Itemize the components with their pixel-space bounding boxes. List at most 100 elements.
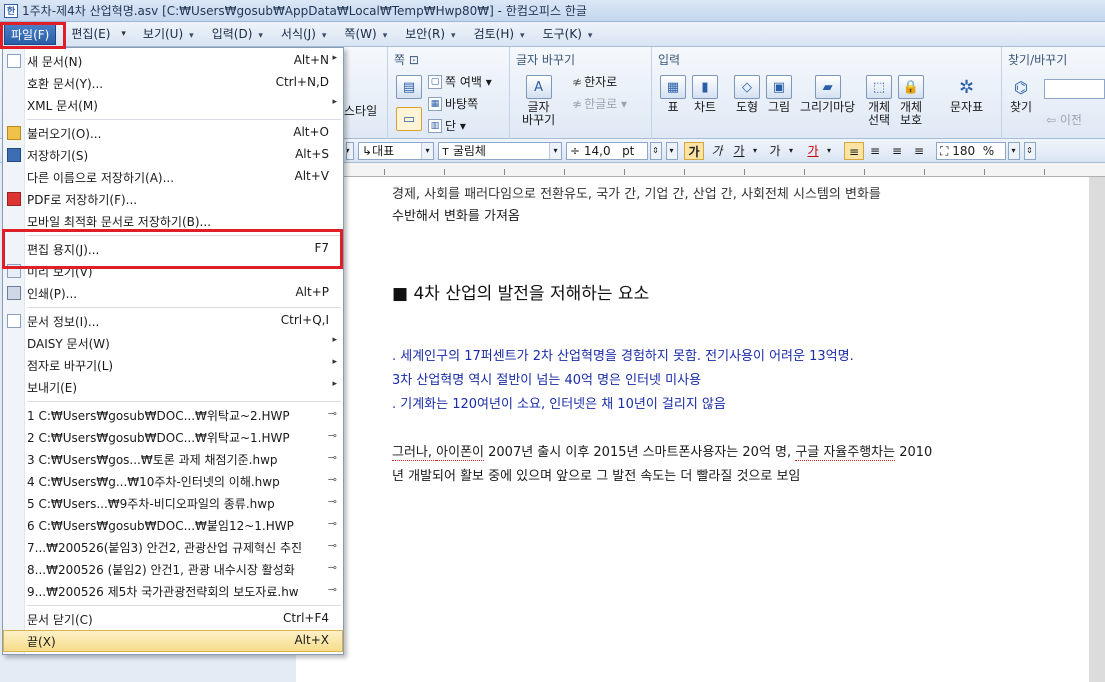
menu-item-daisy[interactable]: DAISY 문서(W) ▸ (3, 332, 343, 354)
recent-file-3[interactable]: 3 C:₩Users₩gos...₩토론 과제 채점기준.hwp ⊸ (3, 448, 343, 470)
object-protect-button[interactable]: 🔒 개체 보호 (898, 75, 924, 127)
background-page-button[interactable]: ▦ 바탕쪽 (428, 95, 478, 112)
menu-item-exit[interactable]: 끝(X) Alt+X (3, 630, 343, 652)
recent-file-5[interactable]: 5 C:₩Users...₩9주차-비디오파일의 종류.hwp ⊸ (3, 492, 343, 514)
align-justify-button[interactable]: ≡ (844, 142, 864, 160)
pin-icon[interactable]: ⊸ (328, 429, 337, 442)
find-input[interactable] (1044, 79, 1105, 99)
document-area[interactable]: 경제, 사회를 패러다임으로 전환유도, 국가 간, 기업 간, 산업 간, 사… (296, 177, 1105, 682)
menu-item-save-pdf[interactable]: PDF로 저장하기(F)... (3, 188, 343, 210)
underline-button[interactable]: 가 (730, 142, 748, 160)
chevron-down-icon: ▾ (587, 30, 593, 41)
menu-item-save-as[interactable]: 다른 이름으로 저장하기(A)... Alt+V (3, 166, 343, 188)
table-button[interactable]: ▦ 표 (660, 75, 686, 114)
horizontal-ruler[interactable] (344, 163, 1105, 177)
font-size-input[interactable]: ÷ 14,0 pt (566, 142, 648, 160)
pin-icon[interactable]: ⊸ (328, 561, 337, 574)
menu-item-compat-document[interactable]: 호환 문서(Y)... Ctrl+N,D (3, 72, 343, 94)
style-button[interactable]: 스타일 (344, 105, 377, 118)
chart-button[interactable]: ▮ 차트 (692, 75, 718, 114)
margin-icon: ▢ (428, 74, 442, 89)
menu-item-send[interactable]: 보내기(E) ▸ (3, 376, 343, 398)
font-color-button[interactable]: 가 (804, 142, 822, 160)
menu-input[interactable]: 입력(D) ▾ (203, 22, 272, 47)
underline-dropdown[interactable]: ▾ (750, 142, 760, 160)
document-page[interactable]: 경제, 사회를 패러다임으로 전환유도, 국가 간, 기업 간, 산업 간, 사… (296, 177, 1089, 682)
menu-review[interactable]: 검토(H) ▾ (465, 22, 534, 47)
doc-blue-2: 3차 산업혁명 역시 절반이 넘는 40억 명은 인터넷 미사용 (392, 373, 702, 388)
pin-icon[interactable]: ⊸ (328, 583, 337, 596)
zoom-input[interactable]: ⛶ 180 % (936, 142, 1006, 160)
find-button[interactable]: ⌬ 찾기 (1008, 75, 1034, 114)
pin-icon[interactable]: ⊸ (328, 473, 337, 486)
find-prev-button[interactable]: ⇦ 이전 (1046, 111, 1082, 128)
menu-view[interactable]: 보기(U) ▾ (134, 22, 203, 47)
arrow-left-icon: ⇦ (1046, 112, 1057, 127)
align-center-button[interactable]: ≡ (888, 142, 906, 160)
recent-file-2[interactable]: 2 C:₩Users₩gosub₩DOC...₩위탁교~1.HWP ⊸ (3, 426, 343, 448)
recent-file-1[interactable]: 1 C:₩Users₩gosub₩DOC...₩위탁교~2.HWP ⊸ (3, 404, 343, 426)
menu-item-print[interactable]: 인쇄(P)... Alt+P (3, 282, 343, 304)
chevron-down-icon: ▾ (1009, 143, 1019, 159)
menu-item-preview[interactable]: 미리 보기(V) (3, 260, 343, 282)
menu-tools[interactable]: 도구(K) ▾ (534, 22, 602, 47)
align-left-button[interactable]: ≡ (866, 142, 884, 160)
menu-item-open[interactable]: 불러오기(O)... Alt+O (3, 122, 343, 144)
page-view-button[interactable]: ▭ (396, 107, 422, 133)
picture-button[interactable]: ▣ 그림 (766, 75, 792, 114)
recent-file-9[interactable]: 9...₩200526 제5차 국가관광전략회의 보도자료.hw ⊸ (3, 580, 343, 602)
recent-file-7[interactable]: 7...₩200526(붙임3) 안건2, 관광산업 규제혁신 추진 ⊸ (3, 536, 343, 558)
recent-file-6[interactable]: 6 C:₩Users₩gosub₩DOC...₩붙임12~1.HWP ⊸ (3, 514, 343, 536)
menu-item-braille[interactable]: 점자로 바꾸기(L) ▸ (3, 354, 343, 376)
menu-file[interactable]: 파일(F) (4, 23, 57, 45)
menu-edit[interactable]: 편집(E) (62, 22, 119, 47)
char-table-button[interactable]: ✲ 문자표 (950, 75, 983, 114)
menu-item-page-setup[interactable]: 편집 용지(J)... F7 (3, 238, 343, 260)
align-right-button[interactable]: ≡ (910, 142, 928, 160)
font-select[interactable]: ᴛ 굴림체 ▾ (438, 142, 562, 160)
submenu-arrow-icon: ▸ (332, 97, 337, 107)
recent-file-4[interactable]: 4 C:₩Users₩g...₩10주차-인터넷의 이해.hwp ⊸ (3, 470, 343, 492)
menu-item-save-mobile[interactable]: 모바일 최적화 문서로 저장하기(B)... (3, 210, 343, 232)
menu-format[interactable]: 서식(J) ▾ (272, 22, 336, 47)
pin-icon[interactable]: ⊸ (328, 407, 337, 420)
input-group: 입력 ▦ 표 ▮ 차트 ◇ 도형 ▣ 그림 ▰ 그리기마당 ⬚ 개체 선택 🔒 … (652, 47, 1002, 139)
menu-edit-dropdown-icon[interactable]: ▾ (119, 22, 128, 47)
bold-button[interactable]: 가 (684, 142, 704, 160)
drawing-magic-button[interactable]: ▰ 그리기마당 (800, 75, 855, 114)
char-change-button[interactable]: A 글자 바꾸기 (522, 75, 555, 127)
font-size-spinner[interactable]: ⇕ (650, 142, 662, 160)
menu-security[interactable]: 보안(R) ▾ (396, 22, 464, 47)
strike-dropdown[interactable]: ▾ (786, 142, 796, 160)
recent-file-8[interactable]: 8...₩200526 (붙임2) 안건1, 관광 내수시장 활성화 ⊸ (3, 558, 343, 580)
italic-button[interactable]: 가 (708, 142, 726, 160)
style-select[interactable]: ↳대표 ▾ (358, 142, 434, 160)
hanja-button[interactable]: ≉ 한자로 (572, 73, 617, 90)
pin-icon[interactable]: ⊸ (328, 451, 337, 464)
strike-button[interactable]: 가 (766, 142, 784, 160)
pin-icon[interactable]: ⊸ (328, 517, 337, 530)
menu-item-label: 미리 보기(V) (27, 265, 93, 279)
page-margin-button[interactable]: ▢ 쪽 여백 ▾ (428, 73, 492, 90)
menu-page[interactable]: 쪽(W) ▾ (335, 22, 396, 47)
font-size-dropdown[interactable]: ▾ (666, 142, 678, 160)
menu-item-xml-document[interactable]: XML 문서(M) ▸ (3, 94, 343, 116)
pin-icon[interactable]: ⊸ (328, 495, 337, 508)
zoom-spinner[interactable]: ⇕ (1024, 142, 1036, 160)
object-select-button[interactable]: ⬚ 개체 선택 (866, 75, 892, 127)
chevron-down-icon: ▾ (421, 143, 433, 159)
shape-button[interactable]: ◇ 도형 (734, 75, 760, 114)
font-select-icon: ᴛ (442, 144, 449, 158)
pin-icon[interactable]: ⊸ (328, 539, 337, 552)
font-color-dropdown[interactable]: ▾ (824, 142, 834, 160)
menu-item-label: 3 C:₩Users₩gos...₩토론 과제 채점기준.hwp (27, 453, 278, 467)
prev-dropdown[interactable]: ▾ (346, 142, 354, 160)
zoom-dropdown[interactable]: ▾ (1008, 142, 1020, 160)
menu-item-new-document[interactable]: 새 문서(N) Alt+N ▸ (3, 50, 343, 72)
menu-item-close-document[interactable]: 문서 닫기(C) Ctrl+F4 (3, 608, 343, 630)
menu-item-doc-info[interactable]: 문서 정보(I)... Ctrl+Q,I (3, 310, 343, 332)
menu-item-save[interactable]: 저장하기(S) Alt+S (3, 144, 343, 166)
hangul-button[interactable]: ≉ 한글로 ▾ (572, 95, 627, 112)
page-layout-button[interactable]: ▤ (396, 75, 422, 101)
column-button[interactable]: ▥ 단 ▾ (428, 117, 466, 134)
